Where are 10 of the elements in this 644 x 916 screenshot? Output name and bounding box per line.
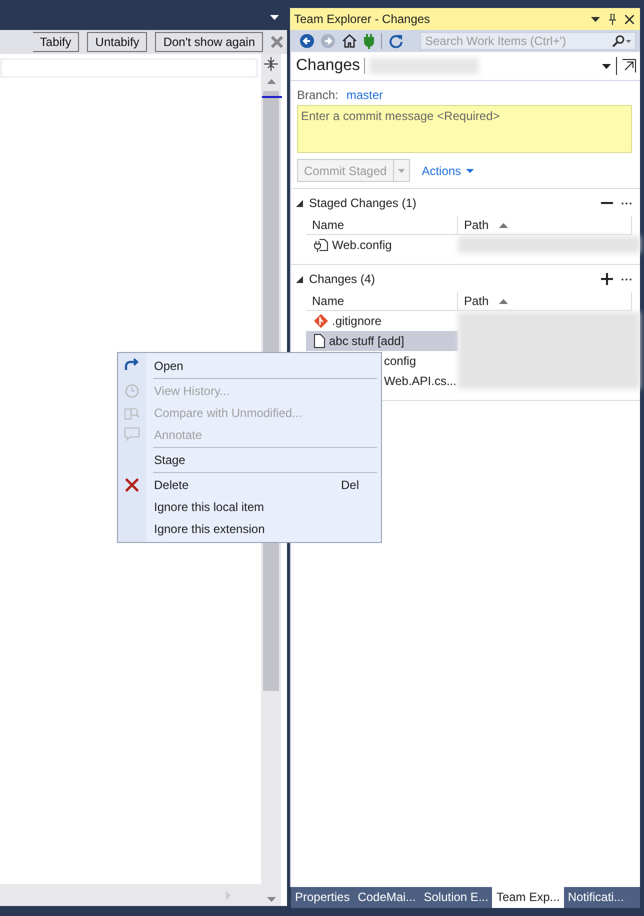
page-title: Changes [296, 57, 360, 75]
section-title: Changes (4) [309, 272, 376, 286]
section-title: Staged Changes (1) [309, 196, 416, 210]
file-name: abc stuff [add] [329, 334, 404, 348]
file-name: config [384, 354, 416, 368]
branch-label: Branch: [297, 88, 338, 101]
file-name: Web.API.cs... [384, 374, 456, 388]
file-name: .gitignore [332, 314, 382, 328]
file-name: Web.config [332, 238, 392, 252]
panel-title: Team Explorer - Changes [294, 12, 432, 26]
